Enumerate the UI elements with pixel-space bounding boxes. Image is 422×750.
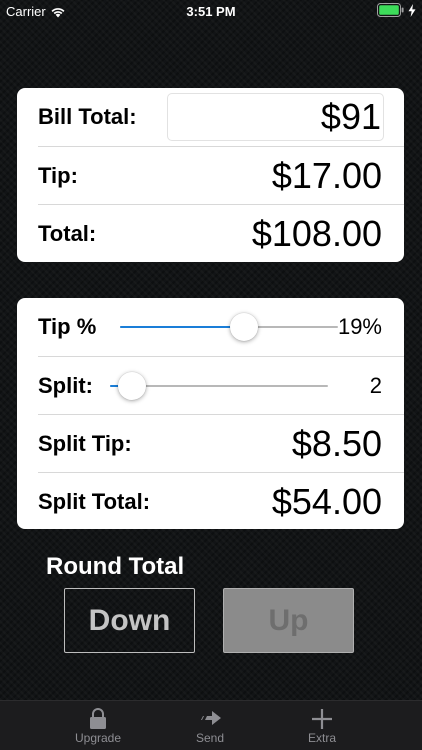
tab-extra[interactable]: Extra: [277, 701, 367, 750]
lock-icon: [53, 701, 143, 731]
round-total-title: Round Total: [46, 553, 185, 580]
tip-row: Tip: $17.00: [38, 146, 404, 204]
bill-card: Bill Total: Tip: $17.00 Total: $108.00: [17, 88, 404, 262]
tip-percent-row: Tip % 19%: [17, 298, 404, 356]
round-up-button[interactable]: Up: [223, 588, 354, 653]
tip-percent-value: 19%: [337, 314, 382, 339]
split-total-row: Split Total: $54.00: [38, 472, 404, 529]
status-time: 3:51 PM: [186, 4, 236, 19]
status-right: [377, 3, 416, 17]
tab-send-label: Send: [195, 731, 225, 745]
bill-total-input[interactable]: [167, 93, 384, 141]
split-total-value: $54.00: [271, 480, 382, 522]
split-tip-label: Split Tip:: [38, 430, 132, 456]
split-value: 2: [369, 372, 382, 398]
status-bar: Carrier 3:51 PM: [0, 0, 422, 22]
tip-percent-slider-fill: [119, 326, 245, 328]
tip-value: $17.00: [271, 154, 382, 196]
split-total-label: Split Total:: [38, 488, 151, 514]
tab-send[interactable]: Send: [165, 701, 255, 750]
total-value: $108.00: [251, 212, 382, 254]
split-row: Split: 2: [38, 356, 404, 414]
bill-total-label: Bill Total:: [38, 104, 137, 129]
tip-percent-slider-thumb[interactable]: [230, 313, 259, 341]
bill-total-row: Bill Total:: [17, 88, 404, 146]
send-arrow-icon: [165, 701, 255, 731]
tab-upgrade-label: Upgrade: [74, 731, 122, 745]
charging-bolt-icon: [408, 3, 416, 17]
split-slider[interactable]: [110, 371, 328, 401]
split-slider-thumb[interactable]: [117, 371, 146, 400]
tab-extra-label: Extra: [307, 731, 336, 745]
split-card: Tip % 19% Split: 2 Split Tip: $8.50 Spli…: [17, 298, 404, 529]
split-tip-row: Split Tip: $8.50: [38, 414, 404, 472]
battery-icon: [377, 3, 404, 17]
total-row: Total: $108.00: [38, 204, 404, 262]
tab-upgrade[interactable]: Upgrade: [53, 701, 143, 750]
plus-icon: [277, 701, 367, 731]
tip-percent-label: Tip %: [38, 314, 97, 339]
tip-label: Tip:: [38, 162, 78, 188]
split-tip-value: $8.50: [291, 422, 382, 464]
tab-bar: Upgrade Send Extra: [0, 700, 422, 750]
total-label: Total:: [38, 220, 97, 246]
tip-percent-slider[interactable]: [119, 312, 338, 342]
round-down-button[interactable]: Down: [64, 588, 195, 653]
split-label: Split:: [38, 372, 93, 398]
